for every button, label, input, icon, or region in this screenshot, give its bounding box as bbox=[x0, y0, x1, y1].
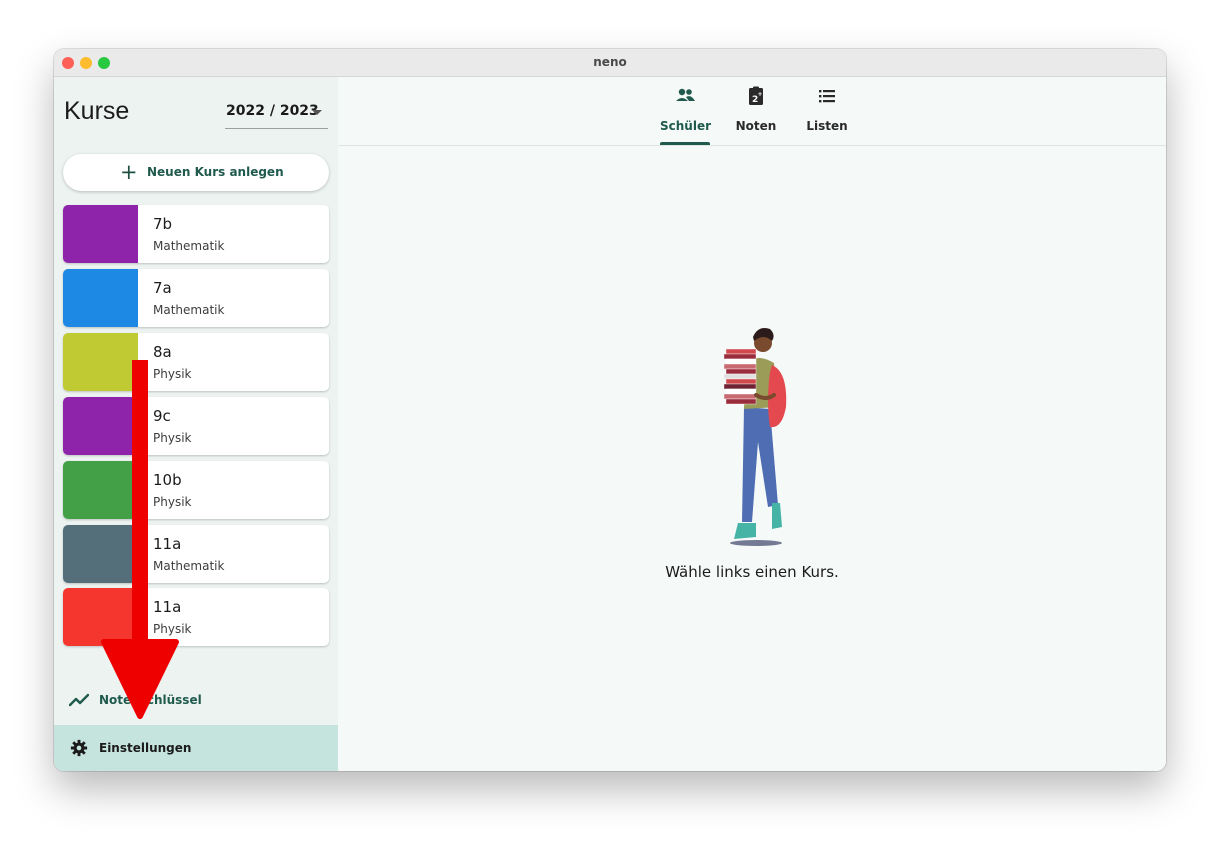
course-subject: Physik bbox=[153, 495, 192, 509]
course-color-swatch bbox=[63, 333, 138, 391]
course-color-swatch bbox=[63, 461, 138, 519]
sidebar: Kurse 2022 / 2023 + Neuen Kurs anlegen 7… bbox=[54, 77, 338, 771]
gear-icon bbox=[70, 739, 88, 757]
tab-students[interactable]: Schüler bbox=[660, 77, 712, 145]
course-color-swatch bbox=[63, 588, 138, 646]
course-subject: Mathematik bbox=[153, 239, 225, 253]
course-item[interactable]: 11a Physik bbox=[63, 588, 329, 646]
course-name: 11a bbox=[153, 535, 182, 553]
course-color-swatch bbox=[63, 397, 138, 455]
school-year-select[interactable]: 2022 / 2023 bbox=[225, 102, 328, 129]
people-icon bbox=[676, 88, 695, 101]
active-tab-indicator bbox=[660, 142, 710, 145]
course-item[interactable]: 9c Physik bbox=[63, 397, 329, 455]
course-color-swatch bbox=[63, 525, 138, 583]
course-subject: Physik bbox=[153, 367, 192, 381]
tab-lists-label: Listen bbox=[806, 119, 848, 133]
course-color-swatch bbox=[63, 269, 138, 327]
settings-label: Einstellungen bbox=[99, 741, 192, 755]
course-item[interactable]: 11a Mathematik bbox=[63, 525, 329, 583]
new-course-button[interactable]: + Neuen Kurs anlegen bbox=[63, 154, 329, 191]
course-name: 7a bbox=[153, 279, 172, 297]
window-title: neno bbox=[593, 55, 627, 69]
settings-link[interactable]: Einstellungen bbox=[54, 725, 338, 771]
course-name: 7b bbox=[153, 215, 173, 233]
main-content: Schüler 2 + Noten Listen Wähle links ein… bbox=[338, 77, 1166, 771]
course-subject: Mathematik bbox=[153, 303, 225, 317]
dropdown-caret-icon bbox=[312, 110, 322, 115]
school-year-value: 2022 / 2023 bbox=[226, 103, 319, 119]
course-name: 10b bbox=[153, 471, 182, 489]
app-window: neno Kurse 2022 / 2023 + Neuen Kurs anle… bbox=[54, 49, 1166, 771]
sidebar-title: Kurse bbox=[64, 97, 130, 125]
tab-lists[interactable]: Listen bbox=[802, 77, 852, 145]
grade-key-link[interactable]: Notenschlüssel bbox=[54, 677, 338, 723]
course-name: 9c bbox=[153, 407, 171, 425]
course-item[interactable]: 8a Physik bbox=[63, 333, 329, 391]
course-subject: Mathematik bbox=[153, 559, 225, 573]
title-bar: neno bbox=[54, 49, 1166, 77]
plus-icon: + bbox=[120, 160, 138, 184]
grade-key-label: Notenschlüssel bbox=[99, 693, 202, 707]
course-subject: Physik bbox=[153, 431, 192, 445]
course-item[interactable]: 10b Physik bbox=[63, 461, 329, 519]
course-name: 11a bbox=[153, 598, 182, 616]
trend-line-icon bbox=[69, 693, 89, 707]
course-color-swatch bbox=[63, 205, 138, 263]
grade-clipboard-icon: 2 + bbox=[749, 86, 763, 105]
list-icon bbox=[819, 90, 835, 103]
new-course-label: Neuen Kurs anlegen bbox=[147, 165, 284, 179]
course-subject: Physik bbox=[153, 622, 192, 636]
student-carrying-books-illustration bbox=[723, 328, 787, 546]
course-item[interactable]: 7b Mathematik bbox=[63, 205, 329, 263]
empty-state-message: Wähle links einen Kurs. bbox=[665, 563, 839, 581]
tab-bar: Schüler 2 + Noten Listen bbox=[338, 77, 1166, 146]
course-name: 8a bbox=[153, 343, 172, 361]
svg-text:+: + bbox=[758, 91, 763, 98]
tab-grades-label: Noten bbox=[735, 119, 777, 133]
tab-grades[interactable]: 2 + Noten bbox=[734, 77, 778, 145]
tab-students-label: Schüler bbox=[660, 119, 712, 133]
course-item[interactable]: 7a Mathematik bbox=[63, 269, 329, 327]
